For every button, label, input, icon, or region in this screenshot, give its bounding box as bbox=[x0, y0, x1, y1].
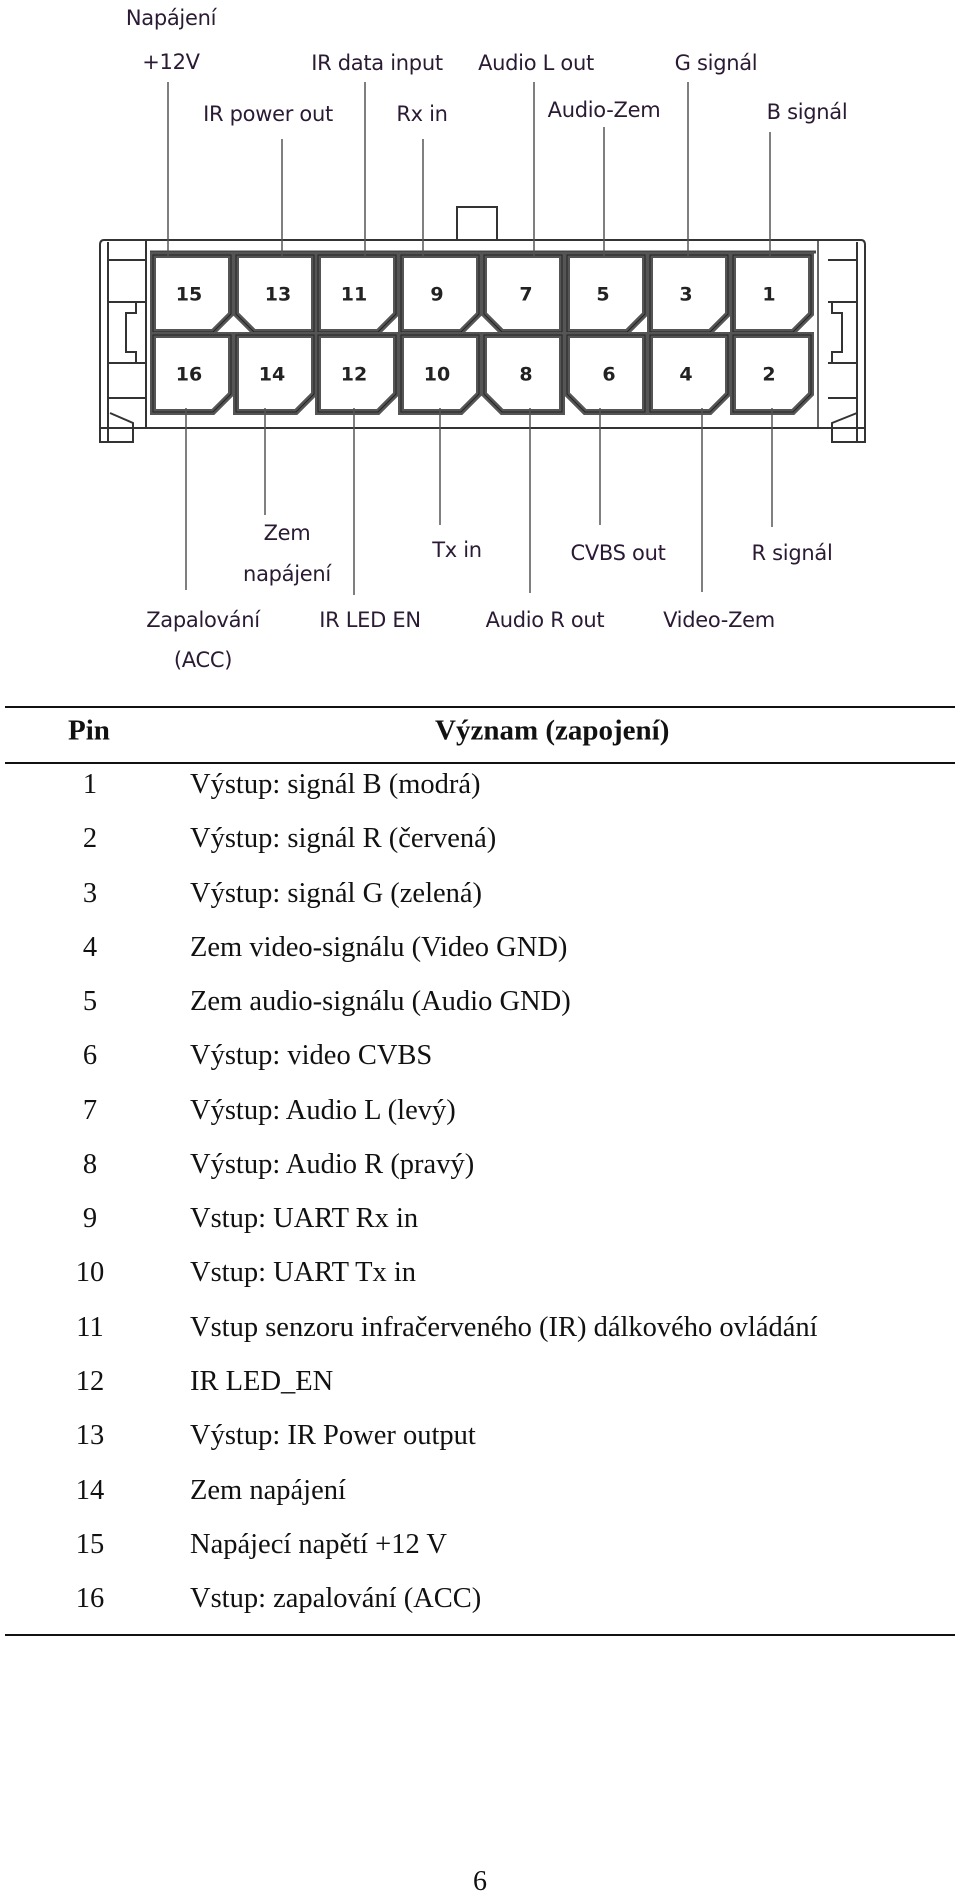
pin-number-label: 2 bbox=[762, 364, 775, 386]
locking-tab bbox=[456, 206, 498, 241]
pin-cell: 16 bbox=[150, 332, 234, 415]
pin-number-cell: 14 bbox=[75, 1474, 105, 1506]
header-pin: Pin bbox=[68, 714, 110, 747]
pin-number-cell: 12 bbox=[75, 1365, 105, 1397]
table-top-rule bbox=[5, 706, 955, 708]
pin-cell: 4 bbox=[647, 332, 731, 415]
pin-meaning-cell: Výstup: IR Power output bbox=[190, 1420, 476, 1452]
pin-meaning-cell: Zem napájení bbox=[190, 1474, 346, 1506]
label-napajeni-bottom: napájení bbox=[243, 562, 331, 586]
pin-meaning-cell: Výstup: signál R (červená) bbox=[190, 823, 497, 855]
pin-meaning-cell: Vstup senzoru infračerveného (IR) dálkov… bbox=[190, 1311, 818, 1343]
pin-meaning-cell: Napájecí napětí +12 V bbox=[190, 1528, 447, 1560]
pin-number-label: 6 bbox=[602, 364, 615, 386]
pin-meaning-cell: Zem video-signálu (Video GND) bbox=[190, 931, 568, 963]
pin-meaning-cell: Výstup: Audio L (levý) bbox=[190, 1094, 456, 1126]
pin-meaning-cell: Výstup: signál B (modrá) bbox=[190, 769, 481, 800]
pin-meaning-cell: Výstup: Audio R (pravý) bbox=[190, 1148, 475, 1180]
pin-number-label: 13 bbox=[265, 284, 291, 306]
pin-number-label: 4 bbox=[679, 364, 692, 386]
pin-cell: 2 bbox=[730, 332, 814, 415]
label-ir-power-out: IR power out bbox=[203, 102, 333, 126]
pin-cell: 7 bbox=[481, 252, 565, 335]
pin-number-label: 15 bbox=[176, 284, 202, 306]
pin-number-label: 8 bbox=[519, 364, 532, 386]
pin-number-cell: 10 bbox=[75, 1257, 105, 1289]
pin-cell: 3 bbox=[647, 252, 731, 335]
pin-number-cell: 6 bbox=[82, 1040, 98, 1072]
label-g-signal: G signál bbox=[674, 51, 758, 75]
page-number: 6 bbox=[473, 1866, 487, 1897]
label-video-zem: Video-Zem bbox=[663, 608, 775, 632]
pin-number-cell: 3 bbox=[82, 877, 98, 909]
pin-number-cell: 16 bbox=[75, 1583, 105, 1615]
pin-number-label: 1 bbox=[762, 284, 775, 306]
pin-number-cell: 1 bbox=[82, 769, 98, 800]
label-cvbs-out: CVBS out bbox=[570, 541, 666, 565]
pin-number-cell: 9 bbox=[82, 1203, 98, 1235]
pin-number-cell: 8 bbox=[82, 1148, 98, 1180]
pin-cell: 14 bbox=[233, 332, 317, 415]
label-audio-r-out: Audio R out bbox=[485, 608, 605, 632]
pin-number-label: 3 bbox=[679, 284, 692, 306]
pin-cell: 10 bbox=[398, 332, 482, 415]
pin-cell: 8 bbox=[481, 332, 565, 415]
pin-number-label: 16 bbox=[176, 364, 202, 386]
pin-number-label: 14 bbox=[259, 364, 285, 386]
pin-number-cell: 7 bbox=[82, 1094, 98, 1126]
label-zem: Zem bbox=[263, 521, 311, 545]
pin-cell: 11 bbox=[315, 252, 399, 335]
pin-number-label: 9 bbox=[430, 284, 443, 306]
pin-cell: 13 bbox=[233, 252, 317, 335]
pin-cell: 15 bbox=[150, 252, 234, 335]
table-bottom-rule bbox=[5, 1634, 955, 1636]
pin-number-cell: 11 bbox=[76, 1311, 104, 1343]
pin-cell: 5 bbox=[564, 252, 648, 335]
pin-meaning-cell: IR LED_EN bbox=[190, 1365, 334, 1397]
pin-cells: 15 13 11 9 7 5 3 1 16 14 12 10 8 6 4 2 bbox=[150, 252, 814, 415]
pin-number-label: 10 bbox=[424, 364, 450, 386]
label-b-signal: B signál bbox=[766, 100, 848, 124]
pin-meaning-cell: Zem audio-signálu (Audio GND) bbox=[190, 986, 571, 1018]
label-r-signal: R signál bbox=[751, 541, 833, 565]
label-zapalovani: Zapalování bbox=[146, 608, 260, 632]
pin-number-cell: 5 bbox=[82, 986, 98, 1018]
label-plus-12v: +12V bbox=[142, 50, 200, 74]
pin-number-label: 7 bbox=[519, 284, 532, 306]
pin-cell: 6 bbox=[564, 332, 648, 415]
label-ir-led-en: IR LED EN bbox=[319, 608, 421, 632]
pin-cell: 1 bbox=[730, 252, 814, 335]
label-tx-in: Tx in bbox=[432, 538, 482, 562]
label-rx-in: Rx in bbox=[396, 102, 448, 126]
pin-cell: 12 bbox=[315, 332, 399, 415]
header-meaning: Význam (zapojení) bbox=[435, 714, 670, 747]
pin-number-label: 12 bbox=[341, 364, 367, 386]
label-ir-data-input: IR data input bbox=[311, 51, 443, 75]
pin-number-label: 11 bbox=[341, 284, 367, 306]
pin-meaning-cell: Vstup: UART Tx in bbox=[190, 1257, 417, 1289]
pin-cell: 9 bbox=[398, 252, 482, 335]
label-acc: (ACC) bbox=[173, 648, 233, 672]
pin-number-cell: 2 bbox=[82, 823, 98, 855]
pin-number-label: 5 bbox=[596, 284, 609, 306]
pin-meaning-cell: Výstup: signál G (zelená) bbox=[190, 877, 483, 909]
header-rule bbox=[5, 762, 955, 764]
label-audio-l-out: Audio L out bbox=[478, 51, 594, 75]
pin-number-cell: 4 bbox=[82, 931, 98, 963]
pin-meaning-cell: Vstup: zapalování (ACC) bbox=[190, 1583, 482, 1615]
pin-meaning-cell: Vstup: UART Rx in bbox=[190, 1203, 419, 1235]
label-napajeni: Napájení bbox=[125, 6, 217, 30]
pin-meaning-cell: Výstup: video CVBS bbox=[190, 1040, 433, 1072]
connector-diagram: 15 13 11 9 7 5 3 1 16 14 12 10 8 6 4 2 Napájení +12V IR… bbox=[0, 0, 960, 680]
pin-number-cell: 13 bbox=[75, 1420, 105, 1452]
pin-number-cell: 15 bbox=[75, 1528, 105, 1560]
label-audio-zem: Audio-Zem bbox=[547, 98, 661, 122]
